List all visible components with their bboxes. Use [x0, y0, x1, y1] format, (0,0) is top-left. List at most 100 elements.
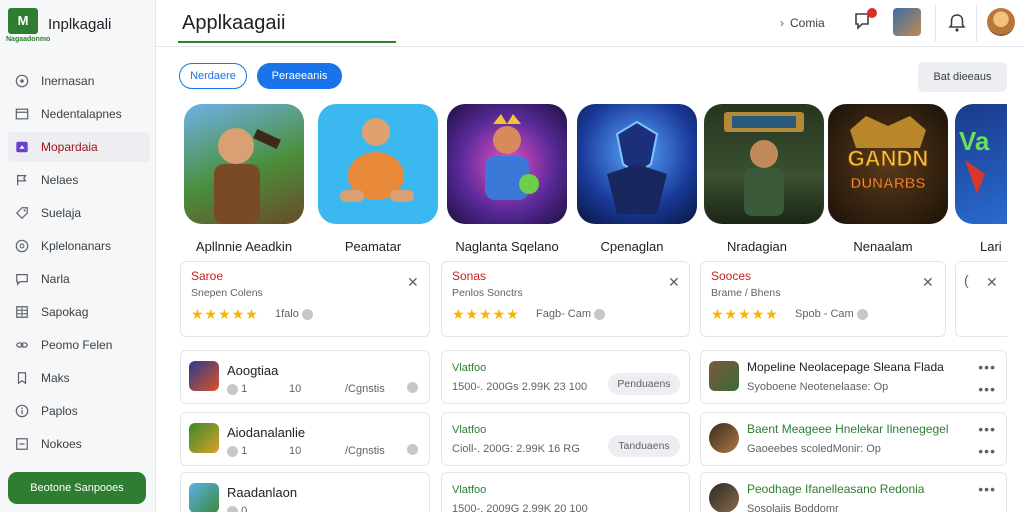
avatar[interactable] — [987, 8, 1015, 36]
sidebar-item-label: Maks — [41, 371, 70, 385]
sidebar-item-1[interactable]: Inernasan — [8, 66, 150, 96]
list-item[interactable]: Raadanlaon 0 — [180, 472, 430, 512]
rating-subtitle: Brame / Bhens — [711, 287, 781, 299]
version-label: Vlatfoo — [452, 484, 487, 496]
more-icon[interactable]: ••• — [978, 359, 996, 375]
folder-icon — [14, 106, 30, 122]
app-name: Aiodanalanlie — [227, 425, 306, 440]
list-item[interactable]: Vlatfoo 1500-. 2009G 2.99K 20 100 — [441, 472, 690, 512]
game-tile-6[interactable]: GANDN DUNARBS — [828, 104, 948, 224]
game-tile-2[interactable] — [318, 104, 438, 224]
filter-chip-2[interactable]: Peraeeanis — [257, 63, 342, 89]
version-label: Vlatfoo — [452, 424, 487, 436]
status-pill[interactable]: Penduaens — [608, 373, 680, 395]
close-icon[interactable]: ✕ — [922, 274, 934, 291]
flag-icon — [14, 172, 30, 188]
close-icon[interactable]: ✕ — [668, 274, 680, 291]
brand-logo[interactable]: M Nagaadonmo — [6, 8, 50, 43]
app-icon — [189, 423, 219, 453]
rating-meta: Fagb- Cam — [536, 308, 606, 320]
sidebar-item-5[interactable]: Suelaja — [8, 198, 150, 228]
sidebar-item-12[interactable]: Nokoes — [8, 429, 150, 459]
link-icon — [14, 337, 30, 353]
svg-text:Va: Va — [959, 126, 990, 156]
list-item[interactable]: Baent Meageee Hnelekar Ilnenegegel Gaoee… — [700, 412, 1007, 466]
list-item[interactable]: Peodhage Ifanelleasano Redonia Sosolaiis… — [700, 472, 1007, 512]
sidebar-item-label: Inernasan — [41, 74, 95, 88]
sidebar-item-4[interactable]: Nelaes — [8, 165, 150, 195]
star-rating: ★★★★★ — [191, 306, 259, 322]
sidebar-item-6[interactable]: Kplelonanars — [8, 231, 150, 261]
more-icon[interactable]: ••• — [978, 481, 996, 497]
sidebar-item-11[interactable]: Paplos — [8, 396, 150, 426]
rating-card[interactable]: Sooces Brame / Bhens ★★★★★ Spob - Cam ✕ — [700, 261, 946, 337]
status-pill[interactable]: Tanduaens — [608, 435, 680, 457]
more-icon[interactable]: ••• — [978, 381, 996, 397]
clock-icon — [227, 445, 238, 457]
rating-card[interactable]: ✕ ( — [955, 261, 1007, 337]
filter-chip-1[interactable]: Nerdaere — [179, 63, 247, 89]
rating-card[interactable]: Sonas Penlos Sonctrs ★★★★★ Fagb- Cam ✕ — [441, 261, 690, 337]
item-subtitle: Gaoeebes scoledMonir: Op — [747, 443, 881, 455]
close-icon[interactable]: ✕ — [986, 274, 998, 291]
sidebar-item-3[interactable]: Mopardaia — [8, 132, 150, 162]
square-icon — [14, 436, 30, 452]
sidebar-item-label: Nelaes — [41, 173, 79, 187]
gamepad-icon — [14, 139, 30, 155]
list-item[interactable]: Vlatfoo Cioll-. 200G: 2.99K 16 RG Tandua… — [441, 412, 690, 466]
comms-link[interactable]: › Comia — [780, 8, 825, 38]
logo-subtitle: Nagaadonmo — [6, 36, 51, 43]
app-stat: 1 — [227, 383, 247, 395]
chat-icon — [14, 271, 30, 287]
clock-icon — [227, 383, 238, 395]
game-badge-line2: DUNARBS — [851, 175, 926, 192]
game-thumb[interactable] — [893, 8, 921, 36]
divider — [976, 4, 977, 42]
app-stat: /Cgnstis — [345, 445, 385, 457]
bell-icon[interactable] — [947, 12, 967, 34]
list-item[interactable]: Aiodanalanlie 1 10 /Cgnstis — [180, 412, 430, 466]
version-stats: 1500-. 2009G 2.99K 20 100 — [452, 503, 588, 512]
more-icon[interactable]: ••• — [978, 443, 996, 459]
verified-icon — [594, 308, 606, 320]
info-icon — [14, 403, 30, 419]
game-tile-4[interactable] — [577, 104, 697, 224]
star-rating: ★★★★★ — [711, 306, 779, 322]
bookmark-icon — [14, 370, 30, 386]
sort-button[interactable]: Bat dieeaus — [918, 62, 1007, 92]
logo-mark: M — [8, 8, 38, 34]
compass-icon — [14, 73, 30, 89]
download-icon[interactable] — [407, 381, 418, 393]
sidebar-item-2[interactable]: Nedentalapnes — [8, 99, 150, 129]
game-tile-1[interactable] — [184, 104, 304, 224]
close-icon[interactable]: ✕ — [407, 274, 419, 291]
clock-icon — [227, 505, 238, 512]
divider-mark: ( — [964, 272, 969, 288]
tag-icon — [14, 205, 30, 221]
sidebar-item-7[interactable]: Narla — [8, 264, 150, 294]
list-item[interactable]: Aoogtiaa 1 10 /Cgnstis — [180, 350, 430, 404]
more-icon[interactable]: ••• — [978, 421, 996, 437]
comms-label: Comia — [790, 16, 825, 30]
list-item[interactable]: Mopeline Neolacepage Sleana Flada Syoboe… — [700, 350, 1007, 404]
divider — [935, 4, 936, 42]
game-tile-5[interactable] — [704, 104, 824, 224]
app-icon — [189, 483, 219, 512]
sidebar-item-8[interactable]: Sapokag — [8, 297, 150, 327]
game-label: Nradagian — [727, 239, 787, 254]
list-item[interactable]: Vlatfoo 1500-. 200Gs 2.99K 23 100 Pendua… — [441, 350, 690, 404]
sidebar-item-9[interactable]: Peomo Felen — [8, 330, 150, 360]
game-tile-7[interactable]: Va — [955, 104, 1007, 224]
sidebar-item-10[interactable]: Maks — [8, 363, 150, 393]
app-stat: /Cgnstis — [345, 383, 385, 395]
primary-cta-button[interactable]: Beotone Sanpooes — [8, 472, 146, 504]
game-tile-3[interactable] — [447, 104, 567, 224]
rating-title: Saroe — [191, 269, 224, 283]
game-label: Lari — [980, 239, 1002, 254]
rating-card[interactable]: Saroe Snepen Colens ★★★★★ 1falo ✕ — [180, 261, 430, 337]
item-subtitle: Syoboene Neotenelaase: Op — [747, 381, 889, 393]
download-icon[interactable] — [407, 443, 418, 455]
sidebar-nav: Inernasan Nedentalapnes Mopardaia Nelaes… — [8, 66, 150, 462]
game-label: Apllnnie Aeadkin — [195, 239, 293, 254]
app-icon — [709, 361, 739, 391]
